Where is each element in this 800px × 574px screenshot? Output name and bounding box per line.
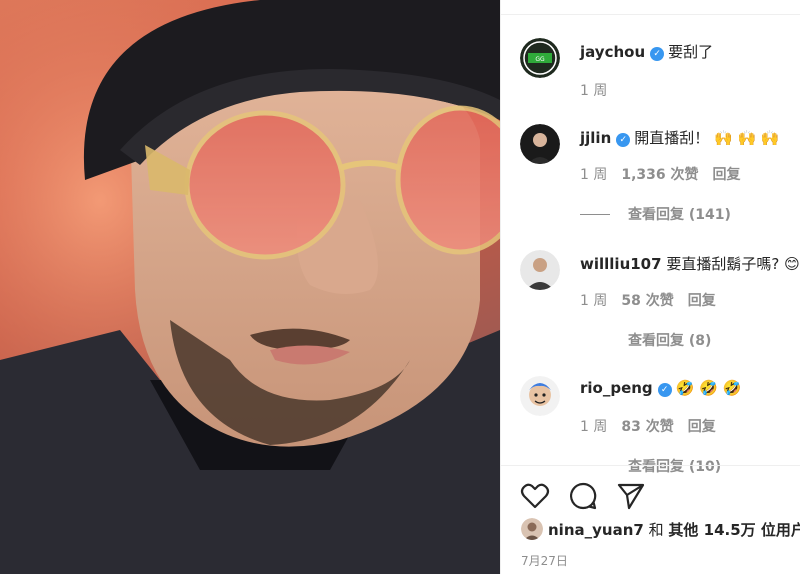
comment-line: willliu107 要直播刮鬍子嗎? 😊: [580, 253, 800, 274]
verified-badge-icon: ✓: [650, 47, 665, 61]
comment-time[interactable]: 1 周: [580, 167, 607, 183]
comment-line: rio_peng ✓ 🤣 🤣 🤣: [580, 379, 741, 397]
view-replies-label: 查看回复 (8): [628, 333, 712, 349]
comment-icon[interactable]: [567, 480, 599, 512]
post-photo[interactable]: [0, 0, 500, 574]
commenter-username[interactable]: willliu107: [580, 255, 662, 273]
post-date[interactable]: 7月27日: [521, 552, 568, 569]
view-replies-button[interactable]: 查看回复 (141): [580, 204, 731, 224]
commenter-username[interactable]: rio_peng: [580, 379, 653, 397]
comments-panel: GG jaychou ✓ 要刮了 1 周 jjlin ✓ 開直播刮！ 🙌 🙌 🙌 1 周…: [500, 0, 800, 574]
comment-time[interactable]: 1 周: [580, 419, 607, 435]
likes-conjunction: 和: [648, 521, 664, 539]
liker-username[interactable]: nina_yuan7: [548, 521, 644, 539]
panel-divider: [501, 14, 800, 15]
caption-line: jaychou ✓ 要刮了: [580, 41, 713, 62]
comment-emojis: 😊: [784, 255, 800, 273]
comment-meta: 1 周 83 次赞 回复: [580, 416, 730, 436]
comment-time[interactable]: 1 周: [580, 293, 607, 309]
heart-icon[interactable]: [519, 480, 551, 512]
verified-badge-icon: ✓: [616, 133, 631, 147]
view-replies-label: 查看回复 (10): [628, 459, 722, 475]
share-icon[interactable]: [615, 480, 647, 512]
view-replies-label: 查看回复 (141): [628, 207, 731, 223]
comment-like-count[interactable]: 58 次赞: [621, 293, 673, 309]
reply-button[interactable]: 回复: [713, 167, 741, 183]
likes-summary[interactable]: nina_yuan7 和 其他 14.5万 位用户: [521, 518, 800, 540]
comment-like-count[interactable]: 1,336 次赞: [621, 167, 698, 183]
verified-badge-icon: ✓: [657, 383, 672, 397]
reply-button[interactable]: 回复: [688, 293, 716, 309]
view-replies-button[interactable]: 查看回复 (10): [580, 456, 721, 476]
comment-text: 要直播刮鬍子嗎?: [666, 255, 780, 273]
comment-emojis: 🤣 🤣 🤣: [675, 379, 742, 397]
liker-avatar: [521, 518, 543, 540]
photo-illustration: [0, 0, 500, 574]
comment-emojis: 🙌 🙌 🙌: [714, 129, 780, 147]
commenter-avatar[interactable]: [520, 250, 560, 290]
comment-text: 開直播刮！: [634, 129, 710, 147]
replies-dash: [580, 214, 610, 215]
view-replies-button[interactable]: 查看回复 (8): [580, 330, 711, 350]
author-username[interactable]: jaychou: [580, 43, 645, 61]
author-avatar[interactable]: GG: [520, 38, 560, 78]
commenter-avatar[interactable]: [520, 376, 560, 416]
caption-text: 要刮了: [668, 43, 714, 61]
svg-text:GG: GG: [535, 56, 545, 63]
comment-meta: 1 周 58 次赞 回复: [580, 290, 730, 310]
commenter-avatar[interactable]: [520, 124, 560, 164]
comment-meta: 1 周 1,336 次赞 回复: [580, 164, 755, 184]
comment-line: jjlin ✓ 開直播刮！ 🙌 🙌 🙌: [580, 127, 780, 148]
commenter-username[interactable]: jjlin: [580, 129, 611, 147]
comment-like-count[interactable]: 83 次赞: [621, 419, 673, 435]
actions-divider: [501, 465, 800, 466]
caption-time[interactable]: 1 周: [580, 83, 607, 99]
likes-others[interactable]: 其他 14.5万 位用户: [668, 521, 800, 539]
caption-meta: 1 周: [580, 80, 621, 100]
reply-button[interactable]: 回复: [688, 419, 716, 435]
